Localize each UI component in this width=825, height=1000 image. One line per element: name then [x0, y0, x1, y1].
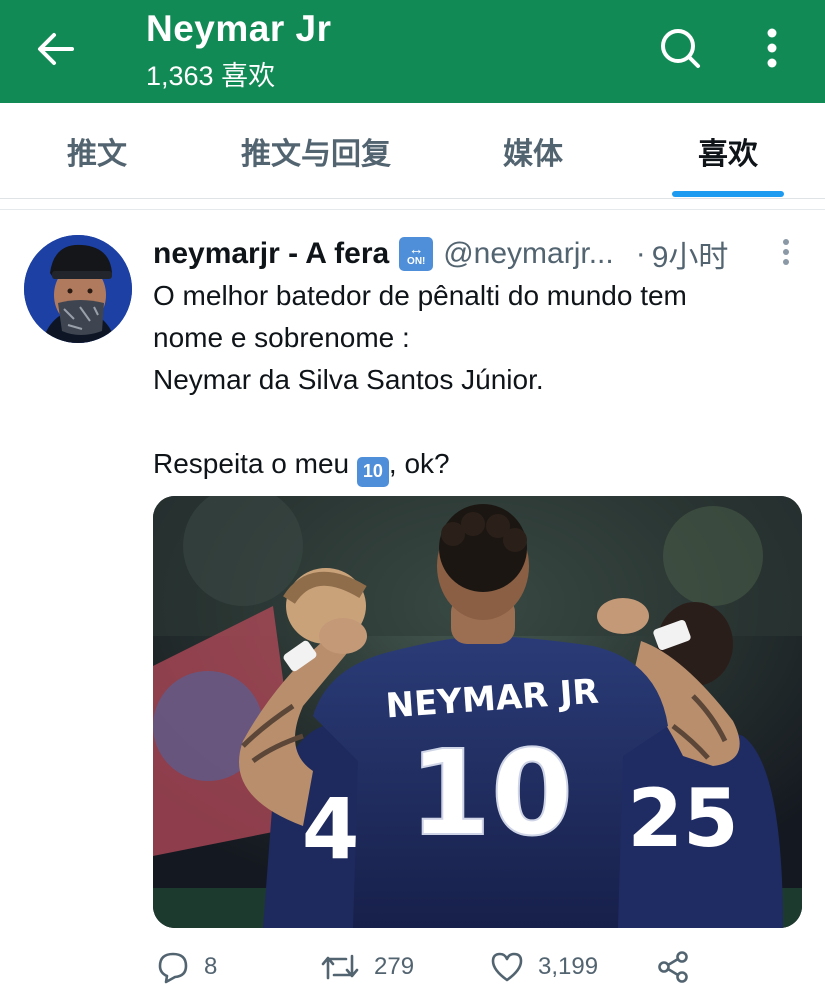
tweet-text-line: Respeita o meu 10, ok? — [153, 448, 450, 487]
reply-count: 8 — [204, 953, 218, 980]
active-tab-indicator — [672, 191, 784, 197]
tab-media[interactable]: 媒体 — [472, 103, 594, 199]
left-jersey-number: 4 — [302, 780, 360, 878]
share-button[interactable] — [656, 945, 704, 989]
tweet-timestamp[interactable]: 9小时 — [652, 232, 729, 276]
tweet-media-image[interactable]: 4 25 NEYMAR JR 10 — [153, 496, 802, 928]
like-button[interactable]: 3,199 — [490, 945, 598, 989]
tab-tweets[interactable]: 推文 — [36, 103, 158, 199]
right-jersey-number: 25 — [627, 772, 738, 865]
search-icon — [661, 29, 700, 68]
tab-likes[interactable]: 喜欢 — [666, 103, 790, 199]
tweet-text-line: Neymar da Silva Santos Júnior. — [153, 364, 544, 395]
reply-icon — [158, 952, 188, 984]
divider — [0, 209, 825, 210]
avatar-image — [24, 235, 132, 343]
top-app-bar: Neymar Jr 1,363 喜欢 — [0, 0, 825, 103]
main-jersey-number: 10 — [409, 724, 573, 862]
football-photo: 4 25 NEYMAR JR 10 — [153, 496, 802, 928]
retweet-count: 279 — [374, 953, 415, 980]
tweet-text-segment: , ok? — [388, 448, 450, 479]
author-name[interactable]: neymarjr - A fera — [153, 237, 389, 271]
more-options-button[interactable] — [752, 24, 792, 72]
profile-tabs: 推文 推文与回复 媒体 喜欢 — [0, 103, 825, 199]
avatar[interactable] — [24, 235, 132, 343]
search-button[interactable] — [656, 24, 704, 72]
keycap-ten-icon: 10 — [356, 456, 389, 487]
tweet-text-line: nome e sobrenome : — [153, 322, 410, 353]
author-handle[interactable]: @neymarjr... — [443, 237, 614, 271]
reply-button[interactable]: 8 — [156, 945, 217, 989]
back-button[interactable] — [34, 27, 78, 71]
arrow-left-icon — [38, 33, 74, 65]
more-vertical-icon — [783, 239, 789, 265]
profile-title: Neymar Jr — [146, 8, 332, 49]
heart-icon — [491, 952, 523, 982]
retweet-button[interactable]: 279 — [320, 945, 414, 989]
on-emoji-icon: ↔ ON! — [399, 237, 434, 271]
separator-dot: · — [635, 237, 646, 270]
tweet-more-button[interactable] — [775, 236, 797, 268]
retweet-icon — [321, 954, 359, 980]
likes-count-subtitle: 1,363 喜欢 — [146, 61, 276, 91]
like-count: 3,199 — [538, 953, 599, 980]
tweet-text-segment: Respeita o meu — [153, 448, 357, 479]
tab-tweets-and-replies[interactable]: 推文与回复 — [214, 103, 418, 199]
tweet-header: neymarjr - A fera ↔ ON! @neymarjr... · 9… — [153, 233, 728, 275]
more-vertical-icon — [767, 28, 777, 68]
on-badge-text: ON! — [407, 255, 426, 267]
tweet-text-line: O melhor batedor de pênalti do mundo tem — [153, 280, 687, 311]
share-icon — [658, 951, 688, 983]
